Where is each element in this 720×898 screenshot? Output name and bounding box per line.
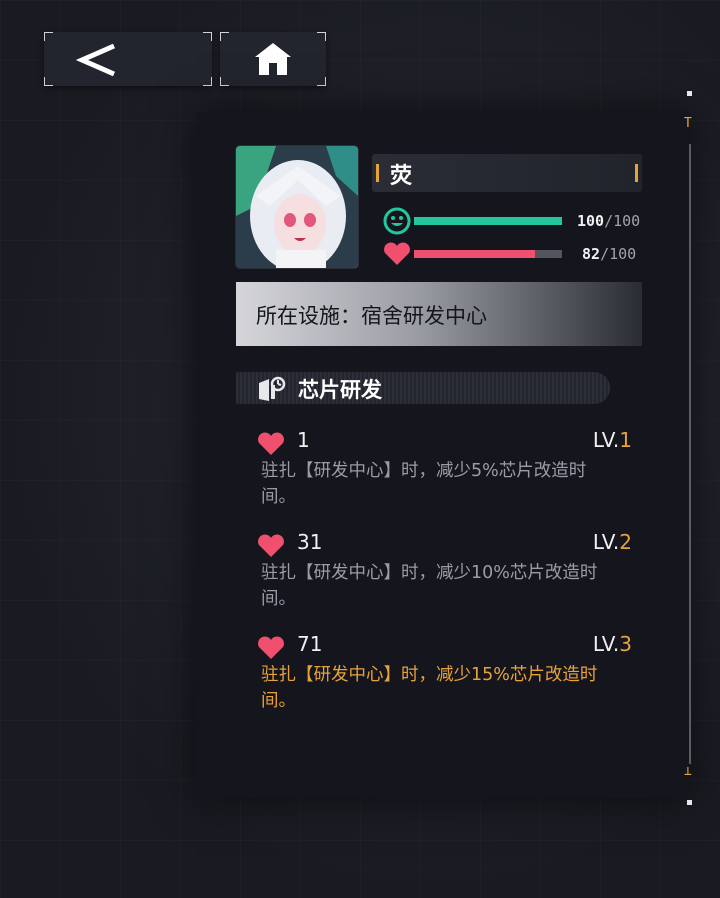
scrollbar[interactable] <box>689 144 691 764</box>
section-title: 芯片研发 <box>298 378 382 402</box>
heart-icon <box>384 242 410 265</box>
scroll-top-cap: T <box>684 116 692 131</box>
smile-icon <box>383 207 411 235</box>
skill-level: LV.3 <box>592 632 632 656</box>
chip-research-icon <box>259 376 286 401</box>
heart-icon <box>258 636 284 659</box>
chevron-left-icon <box>75 43 116 77</box>
heart-icon <box>258 432 284 455</box>
skill-description: 驻扎【研发中心】时，减少10%芯片改造时间。 <box>261 563 598 609</box>
skill-item-2: 31 LV.2 驻扎【研发中心】时，减少10%芯片改造时间。 <box>256 530 632 614</box>
character-avatar <box>236 146 358 268</box>
skill-level: LV.1 <box>592 428 632 452</box>
home-button[interactable] <box>220 32 326 86</box>
skill-item-3: 71 LV.3 驻扎【研发中心】时，减少15%芯片改造时间。 <box>256 632 632 716</box>
skill-requirement: 71 <box>297 632 323 656</box>
skill-requirement: 31 <box>297 530 323 554</box>
skill-item-1: 1 LV.1 驻扎【研发中心】时，减少5%芯片改造时间。 <box>256 428 632 512</box>
section-header <box>236 372 610 404</box>
scroll-bottom-cap: ⊥ <box>684 764 692 779</box>
skill-description: 驻扎【研发中心】时，减少5%芯片改造时间。 <box>261 461 587 507</box>
mood-value: 100/100 <box>577 212 641 230</box>
affection-bar-fill <box>414 250 536 258</box>
back-button[interactable] <box>44 32 212 86</box>
affection-bar <box>414 250 562 258</box>
character-name: 荧 <box>390 164 413 189</box>
skill-description: 驻扎【研发中心】时，减少15%芯片改造时间。 <box>261 665 598 711</box>
skill-requirement: 1 <box>297 428 310 452</box>
mood-bar <box>414 217 562 225</box>
home-icon <box>255 43 291 75</box>
scroll-dot-top <box>687 91 692 96</box>
skill-level: LV.2 <box>592 530 632 554</box>
name-plate <box>372 154 642 192</box>
heart-icon <box>258 534 284 557</box>
scroll-dot-bottom <box>687 800 692 805</box>
facility-label: 所在设施：宿舍研发中心 <box>256 304 487 328</box>
affection-value: 82/100 <box>582 245 637 263</box>
mood-bar-fill <box>414 217 562 225</box>
